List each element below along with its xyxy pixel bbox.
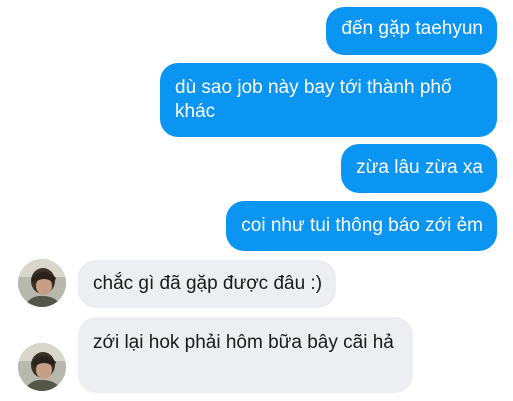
message-text: đến gặp taehyun [341,18,483,39]
profile-photo-icon [18,259,66,307]
sent-message-bubble[interactable]: đến gặp taehyun [326,7,497,55]
message-thread: đến gặp taehyun dù sao job này bay tới t… [0,0,513,401]
sent-message-bubble[interactable]: dù sao job này bay tới thành phố khác [160,63,497,137]
sent-message-bubble[interactable]: coi như tui thông báo zới ẻm [226,201,497,251]
message-text: coi như tui thông báo zới ẻm [241,215,483,236]
message-text: zới lại hok phải hôm bữa bây cãi hả [93,332,394,353]
sent-message-bubble[interactable]: zừa lâu zừa xa [341,144,497,193]
message-text: chắc gì đã gặp được đâu :) [93,273,323,294]
received-message-bubble[interactable]: chắc gì đã gặp được đâu :) [78,260,337,308]
contact-avatar[interactable] [18,343,66,391]
contact-avatar[interactable] [18,259,66,307]
message-text: zừa lâu zừa xa [356,157,483,178]
message-text: dù sao job này bay tới thành phố khác [175,77,452,122]
profile-photo-icon [18,343,66,391]
received-message-bubble[interactable]: zới lại hok phải hôm bữa bây cãi hả [78,317,413,393]
